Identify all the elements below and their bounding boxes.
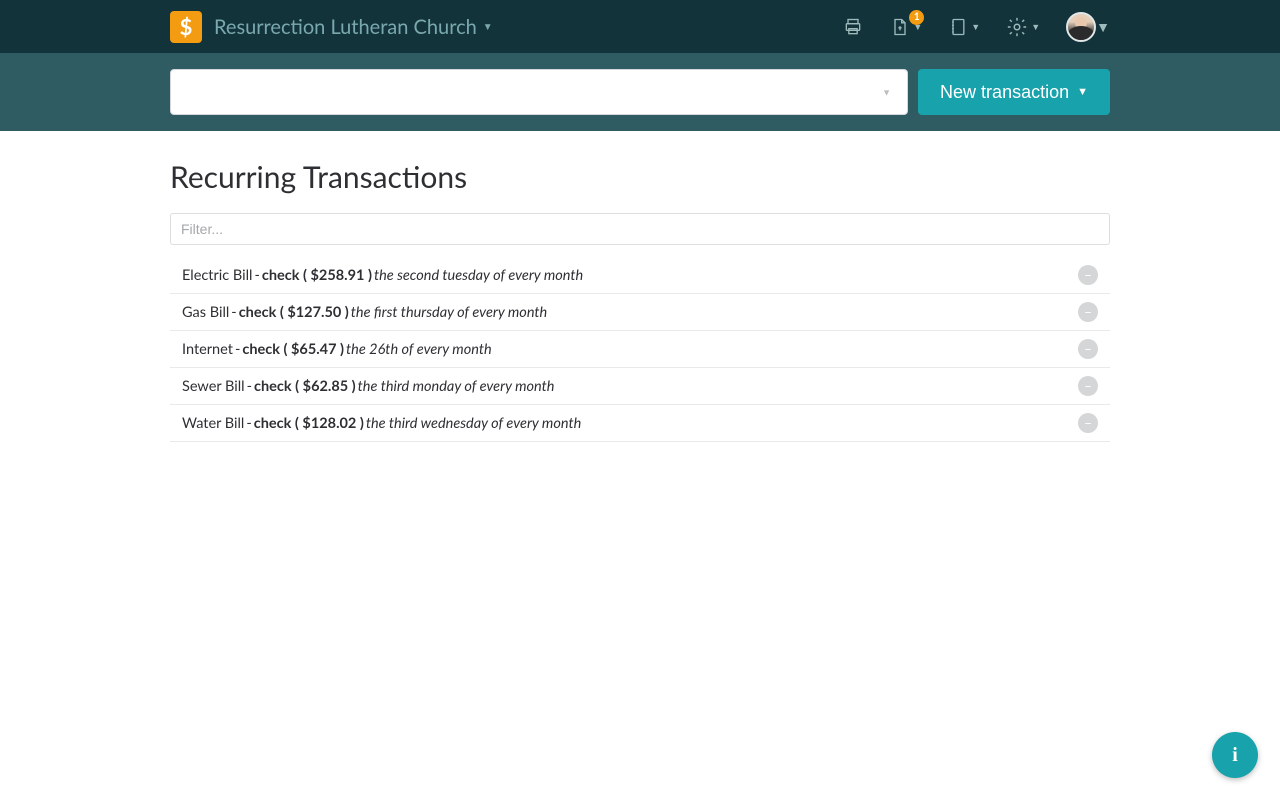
transaction-detail: check ( $65.47 ) [242, 341, 344, 358]
info-icon: i [1232, 744, 1238, 767]
transaction-schedule: the third wednesday of every month [366, 415, 581, 432]
transaction-name: Water Bill [182, 415, 244, 432]
transaction-name: Internet [182, 341, 233, 358]
remove-icon[interactable]: − [1078, 376, 1098, 396]
transaction-row[interactable]: Gas Bill - check ( $127.50 ) the first t… [170, 294, 1110, 331]
transaction-detail: check ( $62.85 ) [254, 378, 356, 395]
transaction-name: Electric Bill [182, 267, 252, 284]
new-transaction-button[interactable]: New transaction ▼ [918, 69, 1110, 115]
remove-icon[interactable]: − [1078, 413, 1098, 433]
help-button[interactable]: i [1212, 732, 1258, 778]
transaction-detail: check ( $127.50 ) [239, 304, 349, 321]
notification-badge: 1 [909, 10, 924, 25]
remove-icon[interactable]: − [1078, 265, 1098, 285]
transaction-schedule: the third monday of every month [358, 378, 555, 395]
chevron-down-icon: ▼ [1077, 86, 1088, 98]
transaction-row[interactable]: Sewer Bill - check ( $62.85 ) the third … [170, 368, 1110, 405]
app-logo-icon: $ [170, 11, 202, 43]
transaction-schedule: the first thursday of every month [351, 304, 547, 321]
remove-icon[interactable]: − [1078, 302, 1098, 322]
remove-icon[interactable]: − [1078, 339, 1098, 359]
transaction-name: Sewer Bill [182, 378, 245, 395]
import-file-icon[interactable]: 1 ▼ [890, 16, 922, 38]
transaction-detail: check ( $258.91 ) [262, 267, 372, 284]
transaction-row[interactable]: Electric Bill - check ( $258.91 ) the se… [170, 257, 1110, 294]
chevron-down-icon: ▼ [1031, 21, 1040, 32]
transaction-list: Electric Bill - check ( $258.91 ) the se… [170, 257, 1110, 442]
action-bar: New transaction ▼ [0, 53, 1280, 131]
avatar [1066, 12, 1096, 42]
transaction-row[interactable]: Water Bill - check ( $128.02 ) the third… [170, 405, 1110, 442]
journal-icon[interactable]: ▼ [948, 16, 980, 38]
chevron-down-icon: ▼ [971, 21, 980, 32]
account-select[interactable] [170, 69, 908, 115]
transaction-detail: check ( $128.02 ) [254, 415, 364, 432]
org-switcher[interactable]: Resurrection Lutheran Church ▼ [214, 15, 493, 39]
chevron-down-icon: ▼ [1096, 18, 1110, 35]
transaction-schedule: the second tuesday of every month [374, 267, 583, 284]
page-title: Recurring Transactions [170, 159, 1110, 195]
settings-gear-icon[interactable]: ▼ [1006, 16, 1040, 38]
transaction-schedule: the 26th of every month [346, 341, 492, 358]
main-content: Recurring Transactions Electric Bill - c… [170, 131, 1110, 442]
filter-input[interactable] [170, 213, 1110, 245]
org-name: Resurrection Lutheran Church [214, 15, 477, 39]
transaction-name: Gas Bill [182, 304, 229, 321]
print-icon[interactable] [842, 16, 864, 38]
transaction-row[interactable]: Internet - check ( $65.47 ) the 26th of … [170, 331, 1110, 368]
chevron-down-icon: ▼ [483, 21, 493, 33]
new-transaction-label: New transaction [940, 82, 1069, 103]
topbar: $ Resurrection Lutheran Church ▼ 1 ▼ ▼ ▼ [0, 0, 1280, 53]
user-menu[interactable]: ▼ [1066, 12, 1110, 42]
